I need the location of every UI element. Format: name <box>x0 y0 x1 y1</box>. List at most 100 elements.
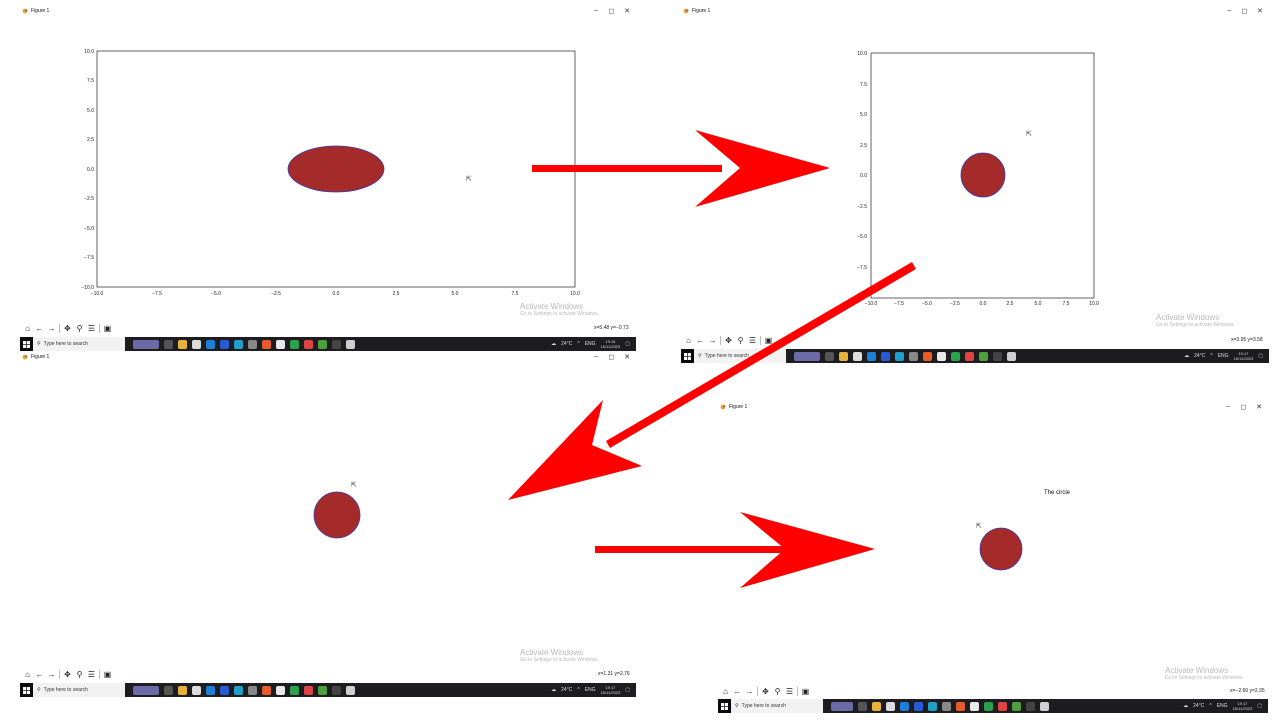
app-icon[interactable] <box>262 685 271 695</box>
taskbar-search[interactable]: ⚲ Type here to search <box>33 337 125 351</box>
app-icon[interactable] <box>965 351 974 361</box>
pan-icon[interactable]: ✥ <box>63 670 72 679</box>
app-icon[interactable] <box>928 701 937 711</box>
app-icon[interactable] <box>206 339 215 349</box>
clock[interactable]: 19:17 16/11/2023 <box>601 685 621 695</box>
app-icon[interactable] <box>276 339 285 349</box>
plot-canvas[interactable] <box>718 400 1268 670</box>
app-icon[interactable] <box>970 701 979 711</box>
app-icon[interactable] <box>853 351 862 361</box>
app-icon[interactable] <box>332 339 341 349</box>
app-icon[interactable] <box>867 351 876 361</box>
configure-icon[interactable]: ☰ <box>87 324 96 333</box>
save-icon[interactable]: ▣ <box>103 324 112 333</box>
app-icon[interactable] <box>998 701 1007 711</box>
zoom-icon[interactable]: ⚲ <box>736 336 745 345</box>
app-icon[interactable] <box>178 339 187 349</box>
app-icon[interactable] <box>1026 701 1035 711</box>
app-icon[interactable] <box>346 339 355 349</box>
app-icon[interactable] <box>206 685 215 695</box>
app-icon[interactable] <box>234 685 243 695</box>
app-icon[interactable] <box>831 701 853 711</box>
app-icon[interactable] <box>290 339 299 349</box>
app-icon[interactable] <box>1007 351 1016 361</box>
app-icon[interactable] <box>956 701 965 711</box>
pan-icon[interactable]: ✥ <box>761 687 770 696</box>
plot-axes[interactable]: −10.0 −7.5 −5.0 −2.5 0.0 2.5 5.0 7.5 10.… <box>681 4 1269 314</box>
app-icon[interactable] <box>262 339 271 349</box>
app-icon[interactable] <box>942 701 951 711</box>
app-icon[interactable] <box>133 685 159 695</box>
app-icon[interactable] <box>1040 701 1049 711</box>
app-icon[interactable] <box>248 339 257 349</box>
start-button[interactable] <box>718 699 731 713</box>
app-icon[interactable] <box>220 339 229 349</box>
app-icon[interactable] <box>951 351 960 361</box>
zoom-icon[interactable]: ⚲ <box>75 324 84 333</box>
forward-icon[interactable]: → <box>745 687 754 696</box>
home-icon[interactable]: ⌂ <box>23 670 32 679</box>
configure-icon[interactable]: ☰ <box>785 687 794 696</box>
pan-icon[interactable]: ✥ <box>63 324 72 333</box>
app-icon[interactable] <box>248 685 257 695</box>
tray-chevron-icon[interactable]: ^ <box>577 687 579 693</box>
app-icon[interactable] <box>900 701 909 711</box>
app-icon[interactable] <box>872 701 881 711</box>
configure-icon[interactable]: ☰ <box>87 670 96 679</box>
clock[interactable]: 19:17 16/11/2023 <box>1233 701 1253 711</box>
app-icon[interactable] <box>895 351 904 361</box>
app-icon[interactable] <box>234 339 243 349</box>
zoom-icon[interactable]: ⚲ <box>773 687 782 696</box>
home-icon[interactable]: ⌂ <box>721 687 730 696</box>
app-icon[interactable] <box>1012 701 1021 711</box>
language[interactable]: ENG <box>1217 703 1228 709</box>
pan-icon[interactable]: ✥ <box>724 336 733 345</box>
notification-icon[interactable]: ▢ <box>1257 703 1262 709</box>
app-icon[interactable] <box>881 351 890 361</box>
app-icon[interactable] <box>318 685 327 695</box>
tray-chevron-icon[interactable]: ^ <box>577 341 579 347</box>
app-icon[interactable] <box>937 351 946 361</box>
app-icon[interactable] <box>858 701 867 711</box>
home-icon[interactable]: ⌂ <box>23 324 32 333</box>
app-icon[interactable] <box>318 339 327 349</box>
save-icon[interactable]: ▣ <box>103 670 112 679</box>
back-icon[interactable]: ← <box>696 336 705 345</box>
language[interactable]: ENG <box>585 687 596 693</box>
back-icon[interactable]: ← <box>733 687 742 696</box>
app-icon[interactable] <box>346 685 355 695</box>
language[interactable]: ENG <box>1218 353 1229 359</box>
taskbar-search[interactable]: ⚲ Type here to search <box>694 349 786 363</box>
app-icon[interactable] <box>886 701 895 711</box>
taskbar-search[interactable]: ⚲ Type here to search <box>731 699 823 713</box>
configure-icon[interactable]: ☰ <box>748 336 757 345</box>
forward-icon[interactable]: → <box>47 670 56 679</box>
app-icon[interactable] <box>984 701 993 711</box>
app-icon[interactable] <box>909 351 918 361</box>
app-icon[interactable] <box>164 339 173 349</box>
start-button[interactable] <box>20 337 33 351</box>
app-icon[interactable] <box>304 685 313 695</box>
app-icon[interactable] <box>914 701 923 711</box>
back-icon[interactable]: ← <box>35 670 44 679</box>
home-icon[interactable]: ⌂ <box>684 336 693 345</box>
clock[interactable]: 19:17 16/11/2023 <box>1234 351 1254 361</box>
start-button[interactable] <box>681 349 694 363</box>
notification-icon[interactable]: ▢ <box>625 687 630 693</box>
app-icon[interactable] <box>794 351 820 361</box>
forward-icon[interactable]: → <box>708 336 717 345</box>
tray-chevron-icon[interactable]: ^ <box>1209 703 1211 709</box>
app-icon[interactable] <box>220 685 229 695</box>
notification-icon[interactable]: ▢ <box>1258 353 1263 359</box>
app-icon[interactable] <box>923 351 932 361</box>
clock[interactable]: 19:15 16/11/2023 <box>601 339 621 349</box>
plot-canvas[interactable] <box>20 350 636 660</box>
app-icon[interactable] <box>133 339 159 349</box>
app-icon[interactable] <box>979 351 988 361</box>
save-icon[interactable]: ▣ <box>801 687 810 696</box>
back-icon[interactable]: ← <box>35 324 44 333</box>
app-icon[interactable] <box>290 685 299 695</box>
app-icon[interactable] <box>178 685 187 695</box>
app-icon[interactable] <box>164 685 173 695</box>
start-button[interactable] <box>20 683 33 697</box>
